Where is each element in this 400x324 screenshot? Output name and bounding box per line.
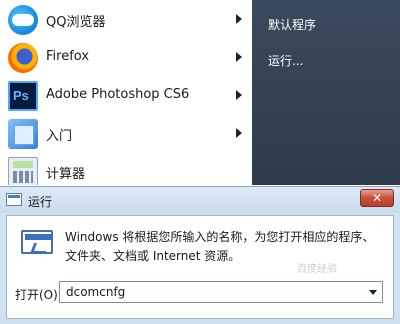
submenu-arrow-icon — [236, 52, 242, 62]
photoshop-icon: Ps — [8, 81, 38, 111]
dialog-title: 运行 — [28, 195, 53, 209]
run-icon — [21, 230, 53, 258]
qq-browser-icon — [8, 5, 38, 35]
close-icon: ✕ — [371, 191, 383, 205]
menu-item-label: Firefox — [46, 49, 90, 64]
menu-item-photoshop[interactable]: Ps Adobe Photoshop CS6 — [4, 78, 248, 114]
watermark: 百度经验 — [297, 264, 337, 275]
firefox-icon — [8, 43, 38, 73]
open-label: 打开(O): — [15, 288, 62, 302]
calculator-icon — [8, 157, 38, 185]
menu-item-calculator[interactable]: 计算器 — [4, 154, 248, 185]
menu-item-getting-started[interactable]: 入门 — [4, 116, 248, 152]
start-menu: QQ浏览器 Firefox Ps Adobe Photoshop CS6 入门 … — [0, 0, 400, 185]
menu-item-label: 计算器 — [46, 167, 86, 182]
open-combobox[interactable]: dcomcnfg — [59, 281, 383, 303]
getting-started-icon — [8, 119, 38, 149]
run-description: Windows 将根据您所输入的名称，为您打开相应的程序、文件夹、文档或 Int… — [65, 230, 375, 263]
menu-item-firefox[interactable]: Firefox — [4, 40, 248, 76]
submenu-arrow-icon — [236, 14, 242, 24]
menu-item-label: QQ浏览器 — [46, 15, 106, 30]
default-programs-link[interactable]: 默认程序 — [268, 16, 316, 33]
open-input[interactable]: dcomcnfg — [66, 285, 125, 299]
submenu-arrow-icon — [236, 90, 242, 100]
run-dialog-body: Windows 将根据您所输入的名称，为您打开相应的程序、文件夹、文档或 Int… — [6, 215, 394, 319]
menu-item-label: 入门 — [46, 129, 73, 144]
run-window-icon — [6, 193, 22, 206]
start-menu-programs-pane: QQ浏览器 Firefox Ps Adobe Photoshop CS6 入门 … — [0, 0, 252, 185]
run-link[interactable]: 运行... — [268, 52, 303, 69]
chevron-down-icon[interactable] — [364, 282, 382, 302]
close-button[interactable]: ✕ — [360, 189, 394, 207]
run-dialog: 运行 ✕ Windows 将根据您所输入的名称，为您打开相应的程序、文件夹、文档… — [0, 186, 400, 324]
run-dialog-titlebar[interactable]: 运行 ✕ — [0, 187, 400, 213]
menu-item-label: Adobe Photoshop CS6 — [46, 87, 190, 102]
start-menu-right-pane: 默认程序 运行... — [252, 0, 400, 185]
submenu-arrow-icon — [236, 128, 242, 138]
menu-item-qq-browser[interactable]: QQ浏览器 — [4, 2, 248, 38]
